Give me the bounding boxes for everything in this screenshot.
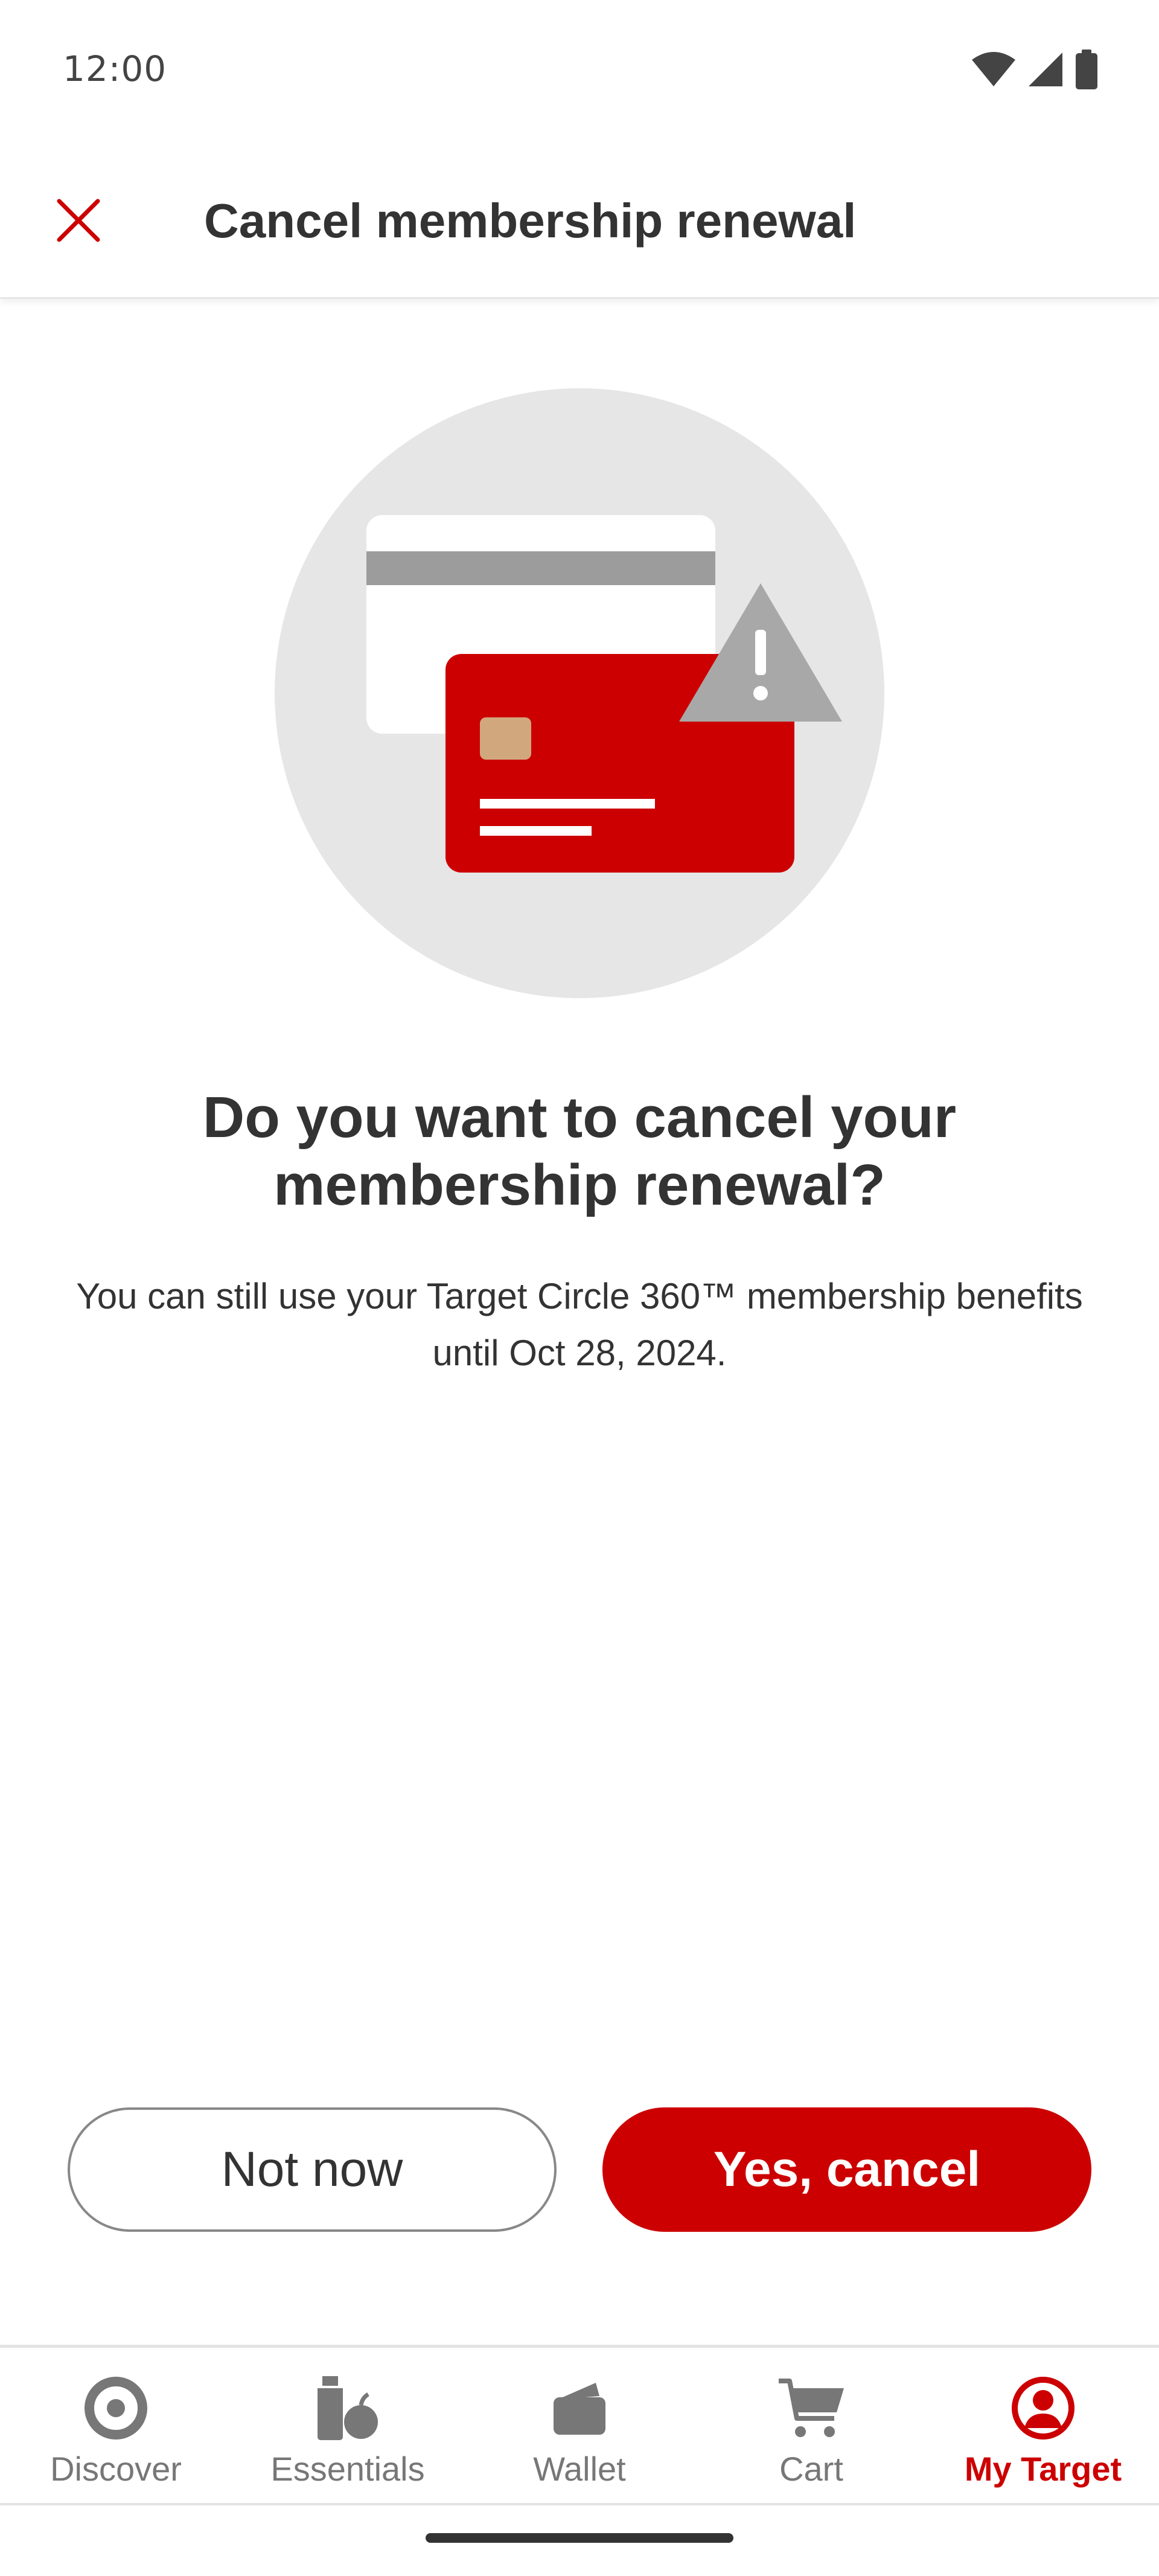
confirmation-heading: Do you want to cancel your membership re… [0,1084,1159,1219]
nav-item-wallet[interactable]: Wallet [464,2348,695,2503]
close-icon [57,199,100,242]
home-indicator[interactable] [426,2533,733,2543]
essentials-icon [318,2376,378,2440]
nav-label-my-target: My Target [964,2450,1122,2488]
page-title: Cancel membership renewal [204,194,857,248]
status-icons [971,50,1099,89]
confirmation-description: You can still use your Target Circle 360… [36,1268,1123,1382]
description-line-2: until Oct 28, 2024. [432,1333,727,1373]
top-app-bar: Cancel membership renewal [0,139,1159,299]
nav-item-my-target[interactable]: My Target [927,2348,1159,2503]
nav-item-cart[interactable]: Cart [695,2348,927,2503]
nav-label-essentials: Essentials [270,2450,425,2488]
description-line-1: You can still use your Target Circle 360… [76,1276,1083,1316]
nav-label-discover: Discover [50,2450,182,2488]
wifi-icon [972,52,1015,86]
not-now-button[interactable]: Not now [68,2107,557,2232]
cart-icon [779,2379,844,2437]
heading-line-2: membership renewal? [273,1153,886,1217]
yes-cancel-button[interactable]: Yes, cancel [602,2107,1091,2232]
nav-item-essentials[interactable]: Essentials [232,2348,464,2503]
battery-icon [1076,50,1097,89]
heading-line-1: Do you want to cancel your [202,1085,957,1150]
account-icon [1012,2377,1074,2440]
wallet-icon [554,2383,605,2435]
bottom-navigation: Discover Essentials Wallet Cart My Targe… [0,2345,1159,2505]
cellular-signal-icon [1029,53,1062,86]
credit-card-warning-illustration [275,388,884,998]
close-button[interactable] [48,190,109,251]
nav-item-discover[interactable]: Discover [0,2348,232,2503]
status-bar: 12:00 [0,0,1159,139]
status-time: 12:00 [63,48,167,89]
nav-label-wallet: Wallet [533,2450,626,2488]
bullseye-icon [85,2377,147,2440]
nav-label-cart: Cart [779,2450,843,2488]
